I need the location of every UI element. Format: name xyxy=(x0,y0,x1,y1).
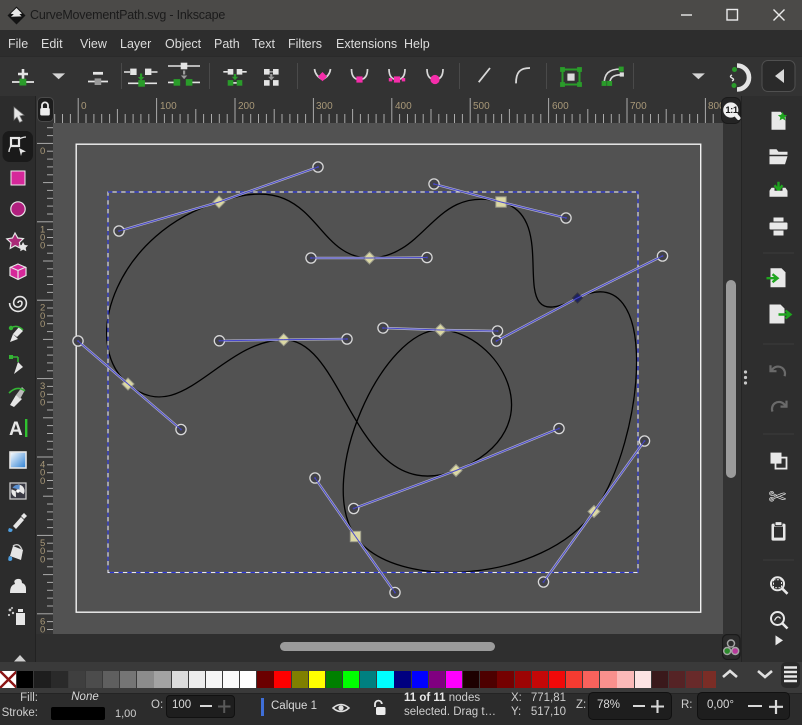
svg-text:A: A xyxy=(9,419,23,440)
svg-text:✄: ✄ xyxy=(769,486,787,509)
svg-text:1:1: 1:1 xyxy=(725,105,738,116)
